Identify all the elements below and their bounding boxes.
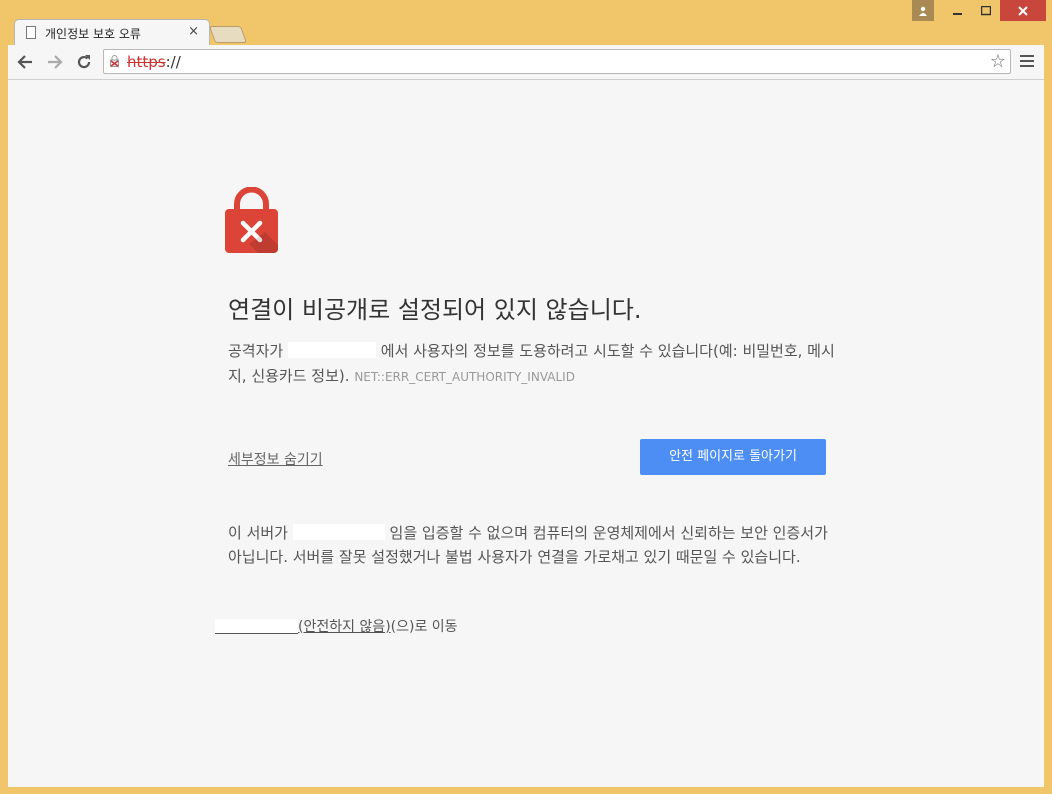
browser-window: 개인정보 보호 오류 × https:// ☆ 연결이 비공개로 설정되어 있지… (0, 0, 1052, 794)
error-code: NET::ERR_CERT_AUTHORITY_INVALID (354, 370, 575, 384)
reload-icon[interactable] (73, 51, 95, 73)
proceed-suffix: (으)로 이동 (390, 619, 458, 635)
error-description: 공격자가 에서 사용자의 정보를 도용하려고 시도할 수 있습니다(예: 비밀번… (228, 342, 835, 385)
error-page: 연결이 비공개로 설정되어 있지 않습니다. 공격자가 에서 사용자의 정보를 … (8, 80, 1044, 787)
toolbar: https:// ☆ (8, 45, 1044, 80)
tab-title: 개인정보 보호 오류 (45, 27, 141, 41)
page-title: 연결이 비공개로 설정되어 있지 않습니다. (228, 296, 642, 324)
redacted-host (292, 524, 385, 540)
close-window-button[interactable] (1000, 0, 1046, 21)
window-controls (912, 0, 1046, 22)
redacted-host (215, 619, 298, 634)
insecure-lock-icon[interactable] (110, 55, 119, 67)
url-text: https:// (127, 53, 181, 71)
address-bar[interactable]: https:// ☆ (103, 49, 1011, 74)
minimize-button[interactable] (944, 0, 972, 21)
hide-details-link[interactable]: 세부정보 숨기기 (228, 449, 323, 469)
star-icon[interactable]: ☆ (990, 51, 1006, 72)
proceed-line: (안전하지 않음)(으)로 이동 (215, 616, 458, 636)
back-to-safety-button[interactable]: 안전 페이지로 돌아가기 (640, 439, 826, 475)
tab-close-icon[interactable]: × (188, 24, 199, 39)
page-icon (26, 26, 36, 39)
redacted-host (287, 342, 376, 358)
new-tab-button[interactable] (208, 26, 248, 43)
maximize-button[interactable] (972, 0, 1000, 21)
lock-error-icon (225, 187, 278, 253)
url-rest: :// (165, 53, 181, 71)
details-description: 이 서버가 임을 입증할 수 없으며 컴퓨터의 운영체제에서 신뢰하는 보안 인… (228, 524, 828, 566)
forward-arrow-icon[interactable] (44, 51, 66, 73)
tab-active[interactable]: 개인정보 보호 오류 × (14, 19, 210, 46)
url-scheme: https (127, 53, 166, 71)
back-arrow-icon[interactable] (14, 51, 36, 73)
menu-icon[interactable] (1018, 52, 1036, 70)
user-profile-icon[interactable] (912, 0, 934, 21)
proceed-unsafe-link[interactable]: (안전하지 않음) (298, 619, 391, 635)
